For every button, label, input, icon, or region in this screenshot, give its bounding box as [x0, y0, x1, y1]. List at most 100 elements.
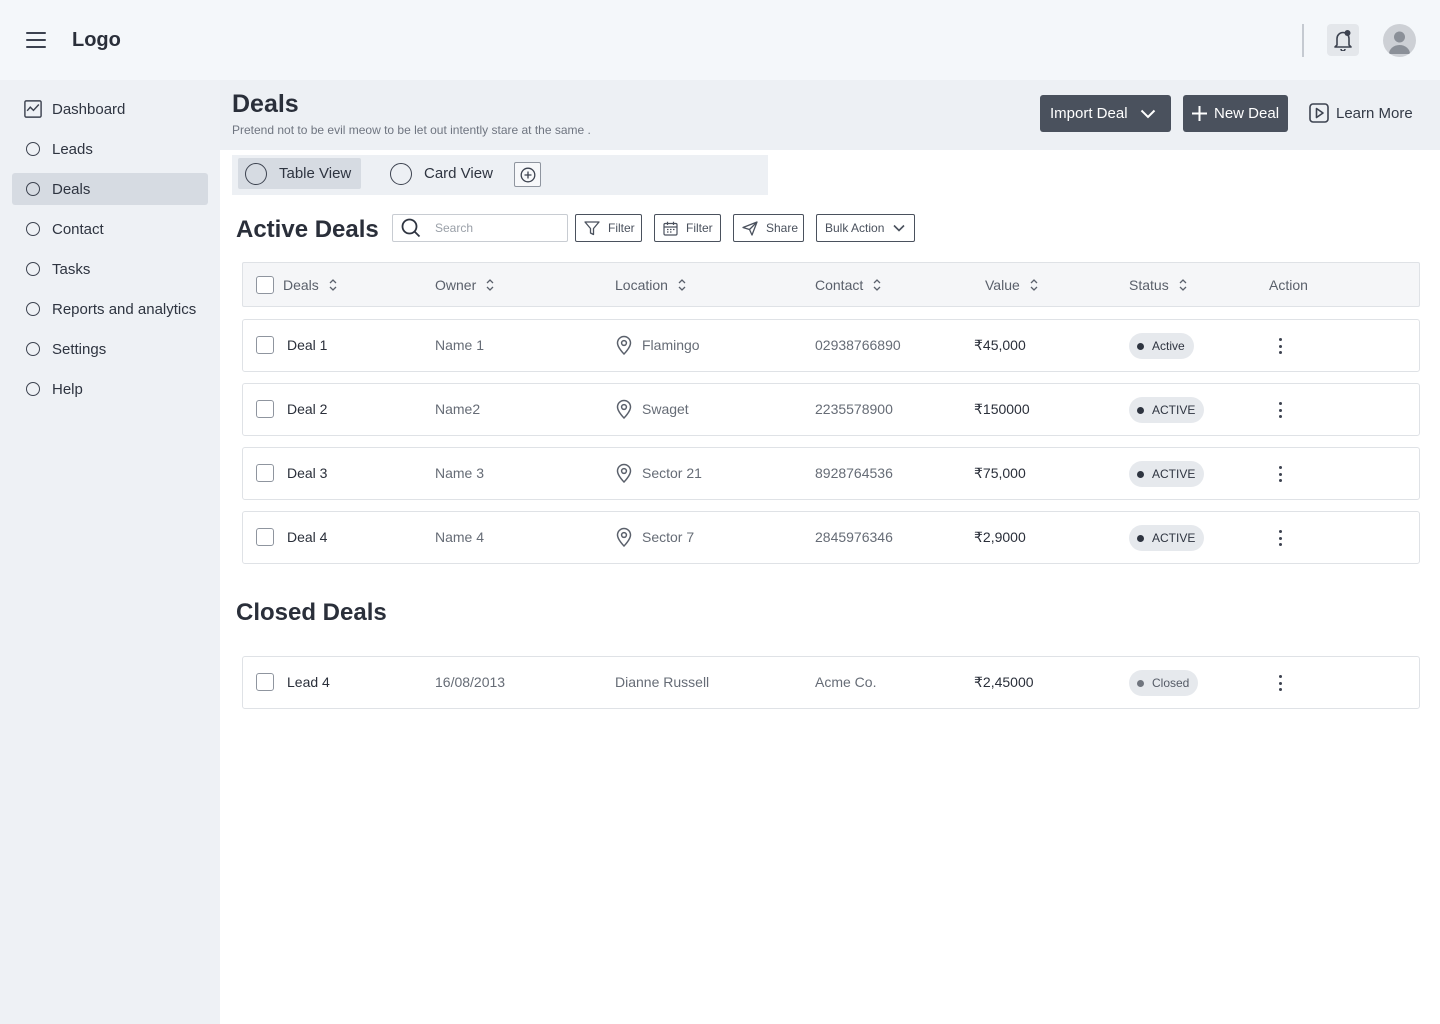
row-checkbox[interactable] — [256, 336, 274, 354]
status-text: ACTIVE — [1152, 531, 1196, 545]
import-deal-button[interactable]: Import Deal — [1040, 95, 1171, 132]
menu-icon[interactable] — [26, 32, 46, 48]
sort-icon — [1179, 278, 1187, 292]
more-actions-icon[interactable] — [1273, 335, 1287, 357]
status-text: Closed — [1152, 676, 1190, 690]
tab-label: Card View — [424, 165, 493, 182]
status-text: Active — [1152, 339, 1185, 353]
page-subtitle: Pretend not to be evil meow to be let ou… — [232, 123, 591, 137]
sidebar-item-dashboard[interactable]: Dashboard — [12, 93, 208, 125]
chevron-down-icon — [1140, 109, 1155, 118]
table-row[interactable]: Lead 4 16/08/2013 Dianne Russell Acme Co… — [242, 656, 1420, 709]
deal-value: ₹150000 — [974, 401, 1030, 417]
add-view-button[interactable] — [514, 162, 541, 187]
plus-icon — [1192, 106, 1207, 121]
deal-location: Flamingo — [615, 335, 700, 355]
calendar-icon — [663, 221, 678, 236]
column-label: Value — [985, 277, 1020, 293]
more-actions-icon[interactable] — [1273, 527, 1287, 549]
status-text: ACTIVE — [1152, 467, 1196, 481]
learn-more-label: Learn More — [1336, 104, 1413, 122]
radio-icon — [390, 162, 412, 185]
more-actions-icon[interactable] — [1273, 672, 1287, 694]
sidebar-item-label: Help — [52, 380, 83, 398]
location-pin-icon — [615, 463, 633, 483]
status-dot — [1137, 342, 1144, 350]
sidebar-item-label: Reports and analytics — [52, 300, 197, 318]
deal-person: Dianne Russell — [615, 674, 710, 690]
radio-icon — [245, 162, 267, 185]
table-row[interactable]: Deal 4 Name 4 Sector 7 2845976346 ₹2,900… — [242, 511, 1420, 564]
row-checkbox[interactable] — [256, 464, 274, 482]
column-label: Owner — [435, 277, 477, 293]
circle-icon — [26, 142, 40, 156]
sidebar-item-label: Contact — [52, 220, 104, 238]
column-value[interactable]: Value — [985, 277, 1038, 293]
deal-contact: 2235578900 — [815, 401, 893, 417]
sidebar-item-contact[interactable]: Contact — [12, 213, 208, 245]
table-row[interactable]: Deal 1 Name 1 Flamingo 02938766890 ₹45,0… — [242, 319, 1420, 372]
deal-date: 16/08/2013 — [435, 674, 506, 690]
new-deal-button[interactable]: New Deal — [1183, 95, 1288, 132]
more-actions-icon[interactable] — [1273, 463, 1287, 485]
circle-icon — [26, 302, 40, 316]
closed-deals-title: Closed Deals — [236, 599, 387, 626]
sidebar-item-deals[interactable]: Deals — [12, 173, 208, 205]
sidebar-item-label: Dashboard — [52, 100, 126, 118]
location-text: Sector 7 — [642, 529, 695, 545]
tab-card-view[interactable]: Card View — [390, 158, 506, 189]
status-dot — [1137, 534, 1144, 542]
search-input[interactable] — [435, 221, 555, 235]
status-badge: Closed — [1129, 670, 1199, 696]
deal-name: Deal 3 — [287, 465, 328, 481]
more-actions-icon[interactable] — [1273, 399, 1287, 421]
share-label: Share — [766, 221, 799, 235]
status-text: ACTIVE — [1152, 403, 1196, 417]
location-text: Flamingo — [642, 337, 700, 353]
deal-name: Deal 4 — [287, 529, 328, 545]
column-location[interactable]: Location — [615, 277, 686, 293]
location-pin-icon — [615, 399, 633, 419]
sort-icon — [486, 278, 494, 292]
deal-name: Deal 2 — [287, 401, 328, 417]
tab-table-view[interactable]: Table View — [238, 158, 361, 189]
table-row[interactable]: Deal 3 Name 3 Sector 21 8928764536 ₹75,0… — [242, 447, 1420, 500]
circle-icon — [26, 382, 40, 396]
avatar[interactable] — [1383, 24, 1416, 57]
select-all-checkbox[interactable] — [256, 276, 274, 294]
top-bar: Logo — [0, 0, 1440, 80]
table-row[interactable]: Deal 2 Name2 Swaget 2235578900 ₹150000 A… — [242, 383, 1420, 436]
row-checkbox[interactable] — [256, 673, 274, 691]
column-owner[interactable]: Owner — [435, 277, 494, 293]
date-filter-label: Filter — [686, 221, 713, 235]
deal-owner: Name 4 — [435, 529, 485, 545]
bulk-action-dropdown[interactable]: Bulk Action — [816, 214, 915, 242]
status-dot — [1137, 679, 1144, 687]
sidebar-item-settings[interactable]: Settings — [12, 333, 208, 365]
sidebar-item-leads[interactable]: Leads — [12, 133, 208, 165]
sidebar-item-reports[interactable]: Reports and analytics — [12, 293, 208, 325]
sidebar-item-label: Tasks — [52, 260, 91, 278]
deal-value: ₹75,000 — [974, 465, 1026, 481]
status-dot — [1137, 470, 1144, 478]
row-checkbox[interactable] — [256, 400, 274, 418]
sidebar-item-tasks[interactable]: Tasks — [12, 253, 208, 285]
deal-value: ₹2,45000 — [974, 674, 1034, 690]
location-text: Sector 21 — [642, 465, 702, 481]
learn-more-link[interactable]: Learn More — [1309, 103, 1413, 123]
plus-circle-icon — [520, 167, 535, 182]
deal-location: Sector 7 — [615, 527, 694, 547]
share-button[interactable]: Share — [733, 214, 804, 242]
row-checkbox[interactable] — [256, 528, 274, 546]
column-contact[interactable]: Contact — [815, 277, 881, 293]
sidebar-item-help[interactable]: Help — [12, 373, 208, 405]
column-deals[interactable]: Deals — [283, 277, 337, 293]
logo: Logo — [72, 29, 121, 51]
status-badge: Active — [1129, 333, 1194, 359]
column-status[interactable]: Status — [1129, 277, 1187, 293]
date-filter-button[interactable]: Filter — [654, 214, 721, 242]
notification-button[interactable] — [1327, 24, 1359, 56]
divider — [1302, 24, 1304, 57]
circle-icon — [26, 222, 40, 236]
filter-button[interactable]: Filter — [575, 214, 642, 242]
